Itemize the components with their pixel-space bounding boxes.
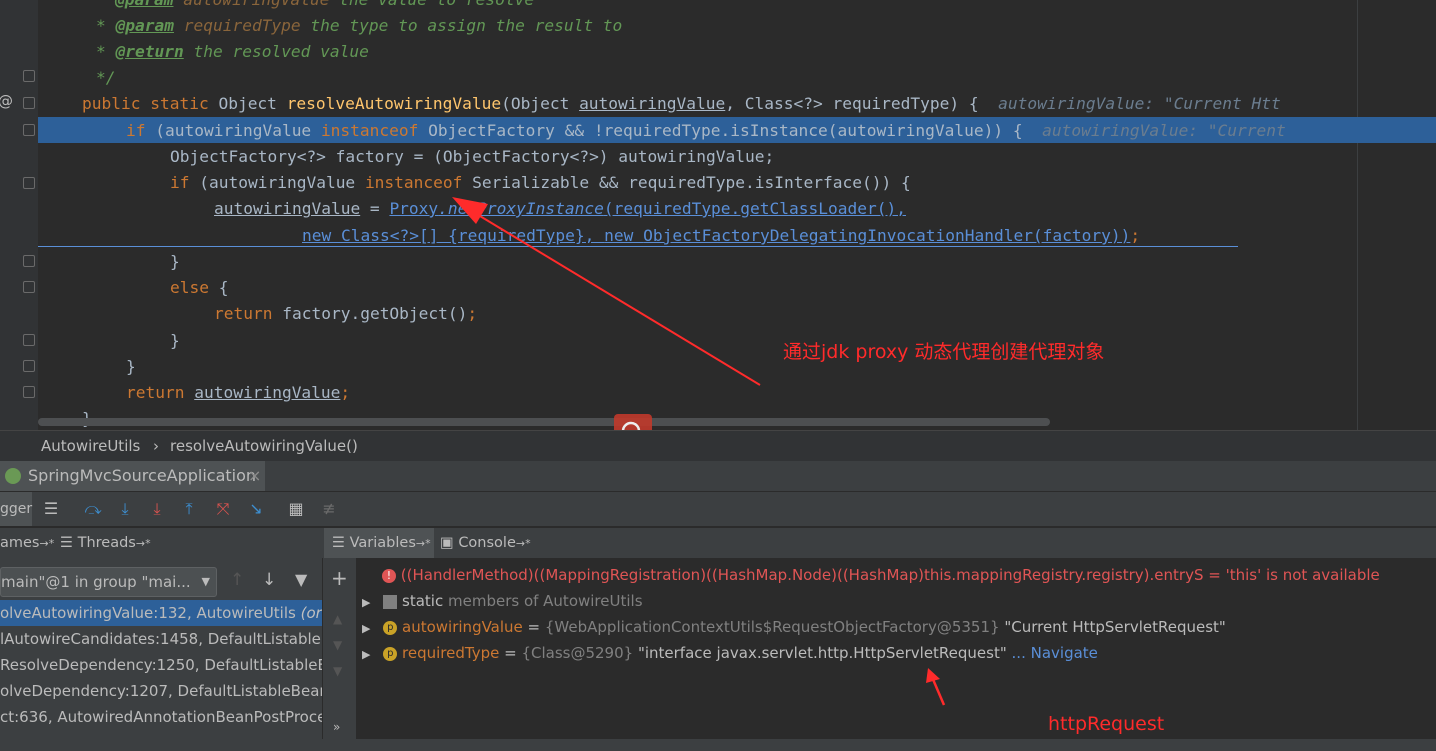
frame-item[interactable]: olveDependency:1207, DefaultListableBean…	[0, 678, 322, 704]
breadcrumb-class[interactable]: AutowireUtils	[41, 431, 140, 461]
arrow-up-icon[interactable]: ↑	[230, 570, 244, 590]
debugger-tabs: ames→* ☰ Threads→* ☰ Variables→* ▣ Conso…	[0, 528, 1436, 558]
navigate-link[interactable]: ... Navigate	[1007, 644, 1098, 662]
frame-item[interactable]: ct:636, AutowiredAnnotationBeanPostProce	[0, 704, 322, 730]
frame-item[interactable]: olveAutowiringValue:132, AutowireUtils (…	[0, 600, 322, 626]
move-down-icon[interactable]: ▼	[333, 638, 342, 652]
tab-frames[interactable]: ames→*	[0, 528, 54, 558]
layout-icon[interactable]: ☰	[40, 498, 62, 520]
static-members-icon	[383, 594, 398, 609]
variables-icon: ☰	[332, 535, 345, 551]
expand-arrow-icon[interactable]: ▶	[362, 648, 370, 661]
debug-run-tab-bar: SpringMvcSourceApplication ×	[0, 461, 1436, 491]
run-to-cursor-icon[interactable]: ↘	[245, 498, 267, 520]
variable-row[interactable]: ▶ static members of AutowireUtils	[362, 588, 643, 614]
step-into-icon[interactable]: ⤓	[114, 498, 136, 520]
variable-row[interactable]: ▶ p autowiringValue = {WebApplicationCon…	[362, 614, 1226, 640]
tab-variables[interactable]: ☰ Variables→*	[324, 528, 434, 558]
step-out-icon[interactable]: ⤒	[178, 498, 200, 520]
more-icon[interactable]: »	[333, 720, 340, 734]
bottom-tool-strip	[0, 739, 1436, 751]
filter-icon[interactable]: ▼	[295, 570, 307, 589]
tab-console[interactable]: ▣ Console→*	[440, 528, 540, 558]
annotation-arrow	[452, 197, 761, 386]
thread-select[interactable]: main"@1 in group "mai... ▼	[0, 567, 217, 597]
breadcrumb-separator: ›	[153, 437, 159, 455]
move-up-icon[interactable]: ▲	[333, 612, 342, 626]
tab-debugger[interactable]: gger	[0, 492, 32, 526]
add-watch-icon[interactable]: +	[331, 566, 348, 590]
breadcrumb: AutowireUtils › resolveAutowiringValue()	[0, 430, 1436, 461]
variables-panel: ! ((HandlerMethod)((MappingRegistration)…	[356, 558, 1436, 751]
spring-boot-icon	[5, 468, 21, 484]
error-icon: !	[382, 568, 396, 583]
breadcrumb-method[interactable]: resolveAutowiringValue()	[170, 431, 358, 461]
chevron-down-icon: ▼	[201, 575, 210, 588]
evaluate-expression-icon[interactable]: ▦	[285, 498, 307, 520]
close-icon[interactable]: ×	[248, 461, 261, 491]
arrow-down-icon[interactable]: ↓	[262, 570, 276, 590]
debug-toolbar: gger ☰ ⤼ ⤓ ⤓ ⤒ ⤧ ↘ ▦ ≢	[0, 491, 1436, 526]
drop-frame-icon[interactable]: ⤧	[212, 498, 234, 520]
frame-item[interactable]: ResolveDependency:1250, DefaultListableB…	[0, 652, 322, 678]
run-tab-spring[interactable]: SpringMvcSourceApplication ×	[0, 461, 265, 491]
move-down-icon[interactable]: ▼	[333, 664, 342, 678]
code-editor[interactable]: @ @param autowiringValue the value to re…	[0, 0, 1436, 430]
annotation-proxy: 通过jdk proxy 动态代理创建代理对象	[783, 341, 1105, 363]
trace-stream-icon[interactable]: ≢	[318, 498, 340, 520]
annotation-arrow-2	[926, 668, 946, 706]
expand-arrow-icon[interactable]: ▶	[362, 622, 370, 635]
annotation-http: httpRequest	[1048, 713, 1165, 735]
force-step-into-icon[interactable]: ⤓	[146, 498, 168, 520]
parameter-icon: p	[383, 620, 398, 635]
step-over-icon[interactable]: ⤼	[82, 498, 104, 520]
tab-threads[interactable]: ☰ Threads→*	[54, 528, 158, 558]
parameter-icon: p	[383, 646, 398, 661]
threads-icon: ☰	[60, 535, 73, 551]
run-tab-label: SpringMvcSourceApplication	[28, 466, 257, 485]
variable-row[interactable]: ▶ p requiredType = {Class@5290} "interfa…	[362, 640, 1098, 666]
frames-panel: main"@1 in group "mai... ▼ ↑ ↓ ▼ olveAut…	[0, 558, 322, 751]
frame-item[interactable]: lAutowireCandidates:1458, DefaultListabl…	[0, 626, 322, 652]
expand-arrow-icon[interactable]: ▶	[362, 596, 370, 609]
console-icon: ▣	[440, 535, 454, 551]
watch-error-row[interactable]: ! ((HandlerMethod)((MappingRegistration)…	[382, 562, 1380, 588]
variables-sidebar: + ▲ ▼ ▼ »	[322, 558, 357, 751]
